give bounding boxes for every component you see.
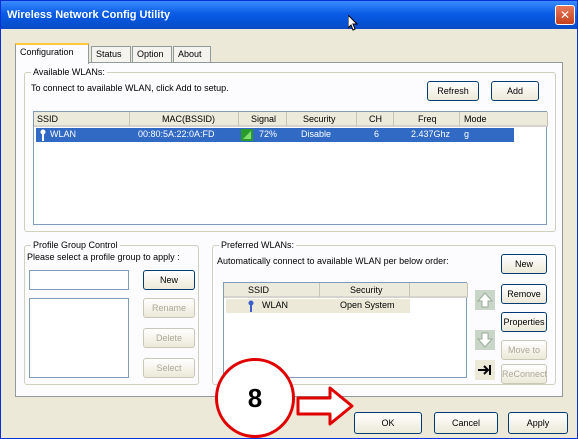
available-wlans-header: SSID MAC(BSSID) Signal Security CH Freq … (34, 112, 548, 127)
apply-button[interactable]: Apply (508, 412, 568, 434)
available-wlans-list[interactable]: SSID MAC(BSSID) Signal Security CH Freq … (33, 111, 548, 225)
tab-configuration[interactable]: Configuration (15, 43, 89, 64)
arrow-right-icon (296, 386, 354, 426)
main-window: Wireless Network Config Utility ✕ Config… (0, 0, 578, 439)
profile-group-legend: Profile Group Control (31, 240, 120, 250)
column-header-ch[interactable]: CH (357, 112, 394, 127)
close-button[interactable]: ✕ (555, 5, 575, 25)
column-header-ssid[interactable]: SSID (34, 112, 130, 127)
move-up-icon[interactable] (475, 290, 495, 310)
delete-button[interactable]: Delete (143, 328, 195, 348)
window-title: Wireless Network Config Utility (7, 9, 171, 21)
mouse-cursor-icon (348, 15, 358, 31)
column-header-mac[interactable]: MAC(BSSID) (130, 112, 239, 127)
cancel-button[interactable]: Cancel (434, 412, 498, 434)
row-ssid: WLAN (262, 300, 289, 310)
move-down-icon[interactable] (475, 330, 495, 350)
profile-group-box: Profile Group Control Please select a pr… (24, 240, 199, 385)
row-frequency: 2.437Ghz (411, 129, 451, 139)
move-to-button[interactable]: Move to (501, 340, 547, 360)
add-button[interactable]: Add (491, 81, 539, 101)
antenna-icon (248, 300, 254, 312)
row-mode: g (464, 129, 470, 139)
title-bar[interactable]: Wireless Network Config Utility ✕ (1, 1, 577, 29)
row-security: Disable (301, 129, 332, 139)
reconnect-button[interactable]: ReConnect (501, 364, 547, 384)
tab-about[interactable]: About (173, 46, 211, 63)
properties-button[interactable]: Properties (501, 312, 547, 332)
available-wlans-legend: Available WLANs: (31, 67, 107, 77)
preferred-wlans-header: SSID Security (224, 283, 468, 298)
available-wlans-group: Available WLANs: To connect to available… (24, 67, 556, 232)
preferred-wlans-legend: Preferred WLANs: (219, 240, 297, 250)
preferred-new-button[interactable]: New (501, 254, 547, 274)
refresh-button[interactable]: Refresh (427, 81, 479, 101)
table-row[interactable]: WLAN 00:80:5A:22:0A:FD 72% Disable 6 2.4… (36, 128, 514, 142)
ok-button[interactable]: OK (354, 412, 422, 434)
profile-new-button[interactable]: New (143, 270, 195, 290)
rename-button[interactable]: Rename (143, 298, 195, 318)
tab-option[interactable]: Option (132, 46, 172, 63)
column-header-filler (410, 283, 468, 298)
row-signal: 72% (259, 129, 278, 139)
row-mac: 00:80:5A:22:0A:FD (138, 129, 215, 139)
column-header-ssid[interactable]: SSID (224, 283, 320, 298)
available-wlans-instruction: To connect to available WLAN, click Add … (31, 83, 229, 93)
column-header-security[interactable]: Security (287, 112, 357, 127)
column-header-mode[interactable]: Mode (460, 112, 548, 127)
select-button[interactable]: Select (143, 358, 195, 378)
preferred-wlans-instruction: Automatically connect to available WLAN … (217, 256, 449, 266)
profile-group-instruction: Please select a profile group to apply : (27, 252, 180, 262)
row-ssid: WLAN (50, 129, 77, 139)
configuration-panel: Available WLANs: To connect to available… (15, 62, 563, 397)
table-row[interactable]: WLAN Open System (226, 299, 410, 313)
antenna-icon (40, 129, 46, 141)
tab-status[interactable]: Status (91, 46, 131, 63)
column-header-signal[interactable]: Signal (239, 112, 287, 127)
column-header-freq[interactable]: Freq (394, 112, 460, 127)
connect-arrow-icon[interactable] (475, 360, 495, 380)
profile-group-input[interactable] (29, 270, 129, 290)
profile-group-list[interactable] (29, 298, 129, 378)
row-security: Open System (340, 300, 395, 310)
signal-strength-icon (241, 129, 253, 141)
remove-button[interactable]: Remove (501, 284, 547, 304)
step-number-callout: 8 (215, 358, 295, 438)
row-channel: 6 (374, 129, 380, 139)
column-header-security[interactable]: Security (320, 283, 410, 298)
